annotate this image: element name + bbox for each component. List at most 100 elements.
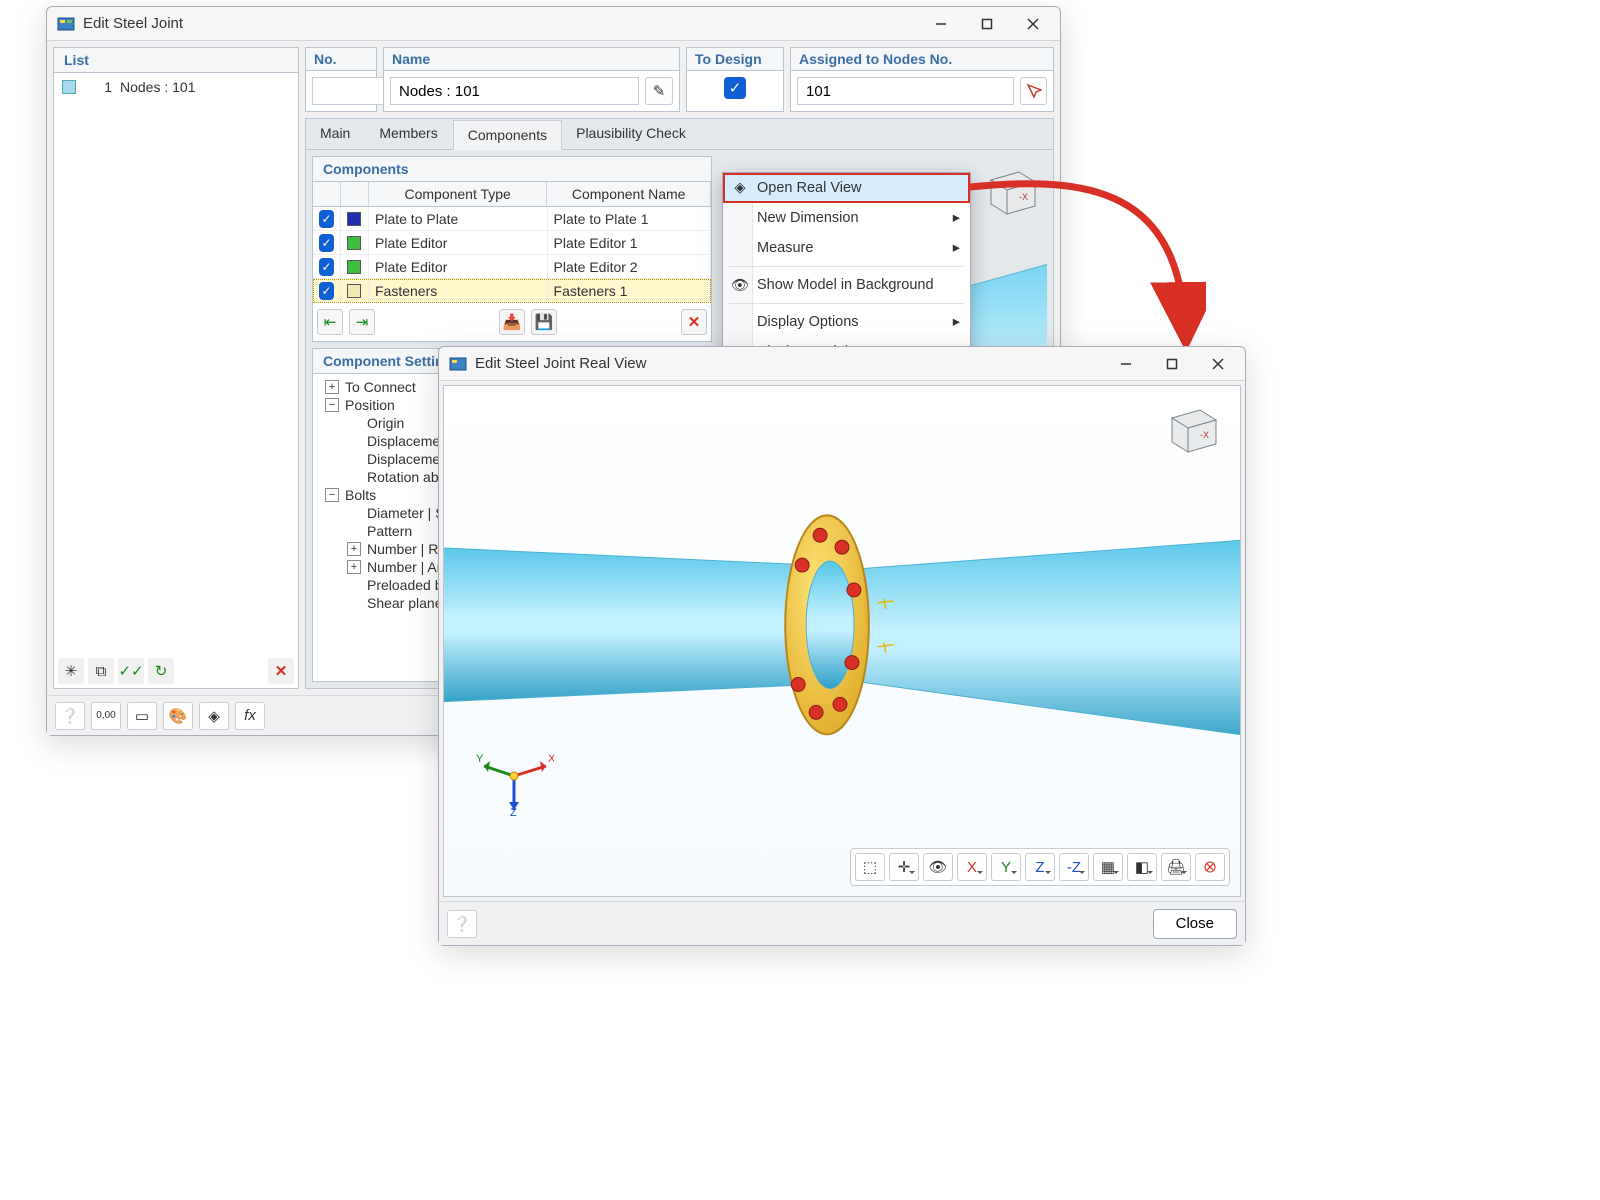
save-button[interactable]: 💾 <box>531 309 557 335</box>
eye-icon: 👁 <box>731 276 749 294</box>
chevron-right-icon: ▸ <box>953 314 960 330</box>
copy-item-button[interactable]: ⧉ <box>88 658 114 684</box>
tab-main[interactable]: Main <box>306 119 365 149</box>
app-icon <box>57 15 75 33</box>
expand-toggle-icon[interactable]: − <box>325 398 339 412</box>
color-swatch-icon <box>347 236 361 250</box>
real-view-toolbar: ⬚ ✛ 👁 X Y Z -Z ▦ ◧ 🖨 ⭙ <box>850 848 1230 886</box>
svg-text:-X: -X <box>1019 192 1028 202</box>
row-checkbox[interactable]: ✓ <box>319 210 334 228</box>
menu-item-measure[interactable]: Measure▸ <box>723 233 970 263</box>
pick-nodes-icon[interactable] <box>1020 77 1047 105</box>
table-row[interactable]: ✓ Plate Editor Plate Editor 2 <box>313 255 711 279</box>
todesign-field-group: To Design ✓ <box>686 47 784 112</box>
name-label: Name <box>384 48 679 71</box>
real-view-canvas[interactable]: -X X Y Z ⬚ ✛ 👁 X Y Z -Z ▦ ◧ 🖨 <box>443 385 1241 897</box>
show-model-button[interactable]: 👁 <box>923 853 953 881</box>
view-neg-z-button[interactable]: -Z <box>1059 853 1089 881</box>
delete-component-button[interactable]: ✕ <box>681 309 707 335</box>
components-panel: Components Component Type Component Name… <box>312 156 712 342</box>
view-y-button[interactable]: Y <box>991 853 1021 881</box>
components-table[interactable]: Component Type Component Name ✓ Plate to… <box>313 182 711 303</box>
row-checkbox[interactable]: ✓ <box>319 282 334 300</box>
real-view-footer: ❔ Close <box>439 901 1245 945</box>
list-item[interactable]: 1Nodes : 101 <box>54 77 298 97</box>
maximize-button[interactable] <box>1149 349 1195 379</box>
view-iso-button[interactable]: ⬚ <box>855 853 885 881</box>
svg-text:Y: Y <box>476 753 484 765</box>
nav-cube-icon[interactable]: -X <box>979 160 1041 222</box>
load-button[interactable]: 📥 <box>499 309 525 335</box>
view-z-button[interactable]: Z <box>1025 853 1055 881</box>
minimize-button[interactable] <box>1103 349 1149 379</box>
render-button[interactable]: ◧ <box>1127 853 1157 881</box>
move-up-button[interactable]: ⇤ <box>317 309 343 335</box>
table-row[interactable]: ✓ Fasteners Fasteners 1 <box>313 279 711 303</box>
menu-item-display-options[interactable]: Display Options▸ <box>723 307 970 337</box>
close-button[interactable] <box>1195 349 1241 379</box>
close-button[interactable] <box>1010 9 1056 39</box>
app-icon <box>449 355 467 373</box>
row-checkbox[interactable]: ✓ <box>319 258 334 276</box>
edit-name-icon[interactable]: ✎ <box>645 77 673 105</box>
units-button[interactable]: 0,00 <box>91 702 121 730</box>
selection-box-icon <box>62 80 76 94</box>
open-real-view-shortcut-button[interactable]: ◈ <box>199 702 229 730</box>
axis-gizmo-icon: X Y Z <box>474 736 554 816</box>
view-button[interactable]: ▭ <box>127 702 157 730</box>
nav-cube-icon[interactable]: -X <box>1160 398 1222 460</box>
magnet-button[interactable]: ⭙ <box>1195 853 1225 881</box>
no-field-group: No. <box>305 47 377 112</box>
section-button[interactable]: ▦ <box>1093 853 1123 881</box>
col-type-header: Component Type <box>369 182 547 206</box>
row-checkbox[interactable]: ✓ <box>319 234 334 252</box>
close-real-view-button[interactable]: Close <box>1153 909 1237 939</box>
color-swatch-icon <box>347 212 361 226</box>
assigned-field-group: Assigned to Nodes No. <box>790 47 1054 112</box>
real-view-window: Edit Steel Joint Real View <box>438 346 1246 946</box>
menu-separator <box>729 266 964 267</box>
tab-plausibility-check[interactable]: Plausibility Check <box>562 119 701 149</box>
print-button[interactable]: 🖨 <box>1161 853 1191 881</box>
minimize-button[interactable] <box>918 9 964 39</box>
titlebar[interactable]: Edit Steel Joint <box>47 7 1060 41</box>
todesign-label: To Design <box>687 48 783 71</box>
tab-components[interactable]: Components <box>453 120 562 150</box>
menu-item-open-real-view[interactable]: ◈Open Real View <box>723 173 970 203</box>
assigned-label: Assigned to Nodes No. <box>791 48 1053 71</box>
refresh-button[interactable]: ↻ <box>148 658 174 684</box>
check-all-button[interactable]: ✓✓ <box>118 658 144 684</box>
name-input[interactable] <box>390 77 639 105</box>
expand-toggle-icon[interactable]: − <box>325 488 339 502</box>
delete-item-button[interactable]: ✕ <box>268 658 294 684</box>
axis-style-button[interactable]: ✛ <box>889 853 919 881</box>
new-item-button[interactable]: ✳ <box>58 658 84 684</box>
assigned-input[interactable] <box>797 77 1014 105</box>
window-title: Edit Steel Joint <box>83 15 918 32</box>
view-x-button[interactable]: X <box>957 853 987 881</box>
color-button[interactable]: 🎨 <box>163 702 193 730</box>
components-buttons: ⇤ ⇥ 📥 💾 ✕ <box>313 303 711 341</box>
menu-item-show-model-in-background[interactable]: 👁Show Model in Background <box>723 270 970 300</box>
name-field-group: Name ✎ <box>383 47 680 112</box>
tab-members[interactable]: Members <box>365 119 452 149</box>
table-row[interactable]: ✓ Plate Editor Plate Editor 1 <box>313 231 711 255</box>
todesign-checkbox[interactable]: ✓ <box>724 77 746 99</box>
list-toolbar: ✳ ⧉ ✓✓ ↻ ✕ <box>54 654 298 688</box>
titlebar[interactable]: Edit Steel Joint Real View <box>439 347 1245 381</box>
help-button[interactable]: ❔ <box>447 910 477 938</box>
menu-item-new-dimension[interactable]: New Dimension▸ <box>723 203 970 233</box>
cube-icon: ◈ <box>731 179 749 197</box>
table-row[interactable]: ✓ Plate to Plate Plate to Plate 1 <box>313 207 711 231</box>
help-button[interactable]: ❔ <box>55 702 85 730</box>
expand-toggle-icon[interactable]: + <box>347 542 361 556</box>
expand-toggle-icon[interactable]: + <box>325 380 339 394</box>
list-body[interactable]: 1Nodes : 101 <box>54 73 298 654</box>
expand-toggle-icon[interactable]: + <box>347 560 361 574</box>
list-panel: List 1Nodes : 101 ✳ ⧉ ✓✓ ↻ ✕ <box>53 47 299 689</box>
maximize-button[interactable] <box>964 9 1010 39</box>
function-button[interactable]: fx <box>235 702 265 730</box>
move-down-button[interactable]: ⇥ <box>349 309 375 335</box>
svg-text:X: X <box>548 753 554 765</box>
svg-text:Z: Z <box>510 807 517 816</box>
